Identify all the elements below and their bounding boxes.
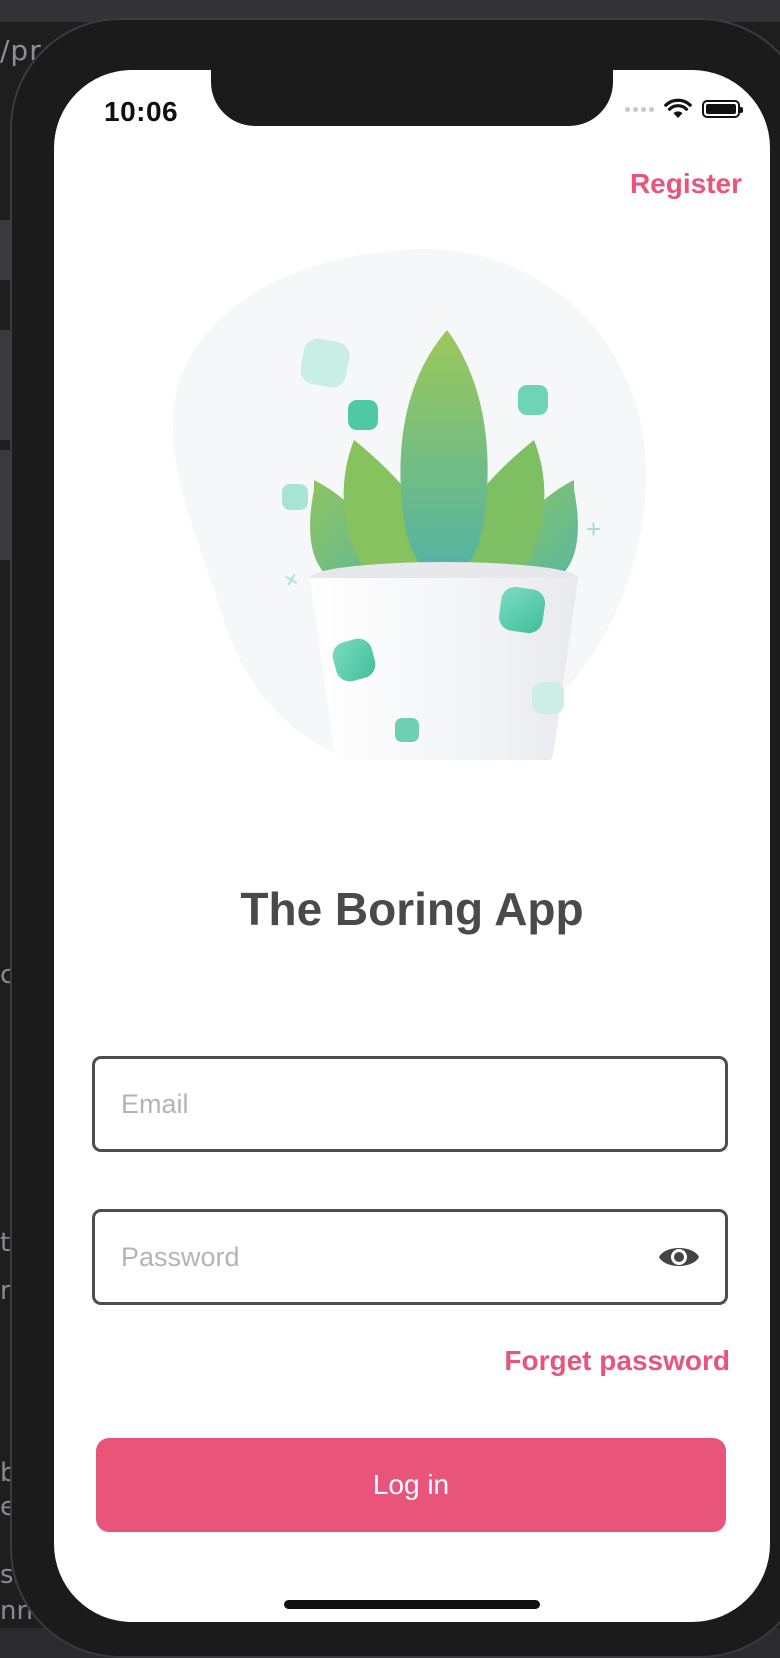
eye-icon[interactable] bbox=[657, 1240, 701, 1274]
password-field[interactable] bbox=[92, 1209, 728, 1305]
status-icons bbox=[625, 98, 743, 120]
email-input[interactable] bbox=[121, 1059, 641, 1149]
wifi-icon bbox=[664, 98, 692, 118]
editor-text-fragment: t bbox=[0, 1228, 11, 1258]
login-button[interactable]: Log in bbox=[96, 1438, 726, 1532]
password-input[interactable] bbox=[121, 1212, 641, 1302]
phone-screen: 10:06 Register + + The Boring App Email … bbox=[54, 70, 770, 1622]
potted-plant-icon: + + bbox=[172, 249, 647, 760]
register-link[interactable]: Register bbox=[630, 168, 742, 200]
phone-notch bbox=[211, 70, 613, 126]
status-time: 10:06 bbox=[104, 96, 179, 127]
phone-frame: 10:06 Register + + The Boring App Email … bbox=[10, 18, 780, 1658]
app-title: The Boring App bbox=[240, 883, 584, 935]
battery-icon bbox=[702, 100, 743, 118]
svg-text:+: + bbox=[586, 514, 601, 544]
email-field[interactable] bbox=[92, 1056, 728, 1152]
forget-password-link[interactable]: Forget password bbox=[504, 1345, 730, 1377]
home-indicator bbox=[284, 1600, 540, 1609]
signal-dots-icon bbox=[625, 106, 654, 112]
